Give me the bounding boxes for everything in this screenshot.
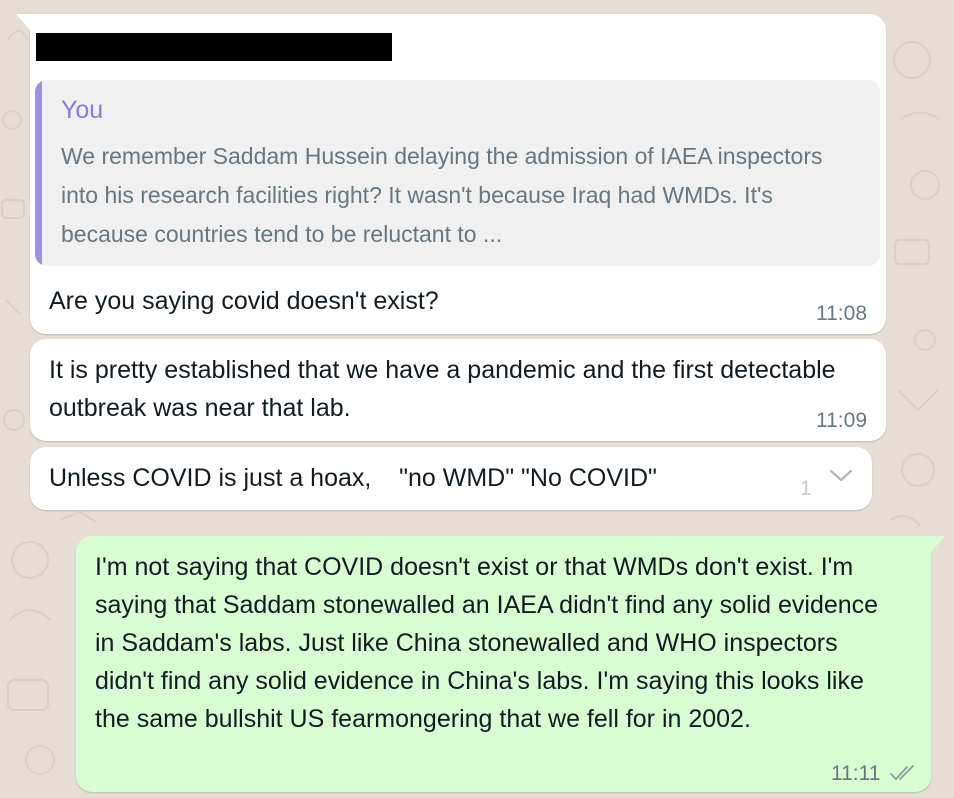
message-text: It is pretty established that we have a … xyxy=(49,356,836,422)
message-bubble-incoming[interactable]: You We remember Saddam Hussein delaying … xyxy=(16,14,886,334)
bubble-tail xyxy=(16,14,30,30)
message-bubble-incoming[interactable]: It is pretty established that we have a … xyxy=(30,339,886,441)
double-check-icon xyxy=(890,765,914,780)
reply-quote-author: You xyxy=(61,96,104,124)
chevron-down-icon[interactable] xyxy=(828,466,854,484)
redacted-sender-bar xyxy=(36,33,392,61)
message-text: Unless COVID is just a hoax, "no WMD" "N… xyxy=(49,464,657,492)
reply-quote-text: We remember Saddam Hussein delaying the … xyxy=(61,143,823,247)
message-timestamp: 11:08 xyxy=(816,302,867,325)
message-text: I'm not saying that COVID doesn't exist … xyxy=(95,553,879,733)
message-timestamp: 11:09 xyxy=(816,409,867,432)
reply-quote[interactable]: You We remember Saddam Hussein delaying … xyxy=(35,80,880,266)
reply-quote-accent-bar xyxy=(35,80,42,266)
bubble-tail xyxy=(931,536,945,552)
message-timestamp: 11:11 xyxy=(831,762,881,785)
message-bubble-outgoing[interactable]: I'm not saying that COVID doesn't exist … xyxy=(76,536,945,792)
faint-count: 1 xyxy=(800,477,812,500)
message-text: Are you saying covid doesn't exist? xyxy=(49,287,439,315)
message-bubble-incoming[interactable]: Unless COVID is just a hoax, "no WMD" "N… xyxy=(30,447,872,510)
